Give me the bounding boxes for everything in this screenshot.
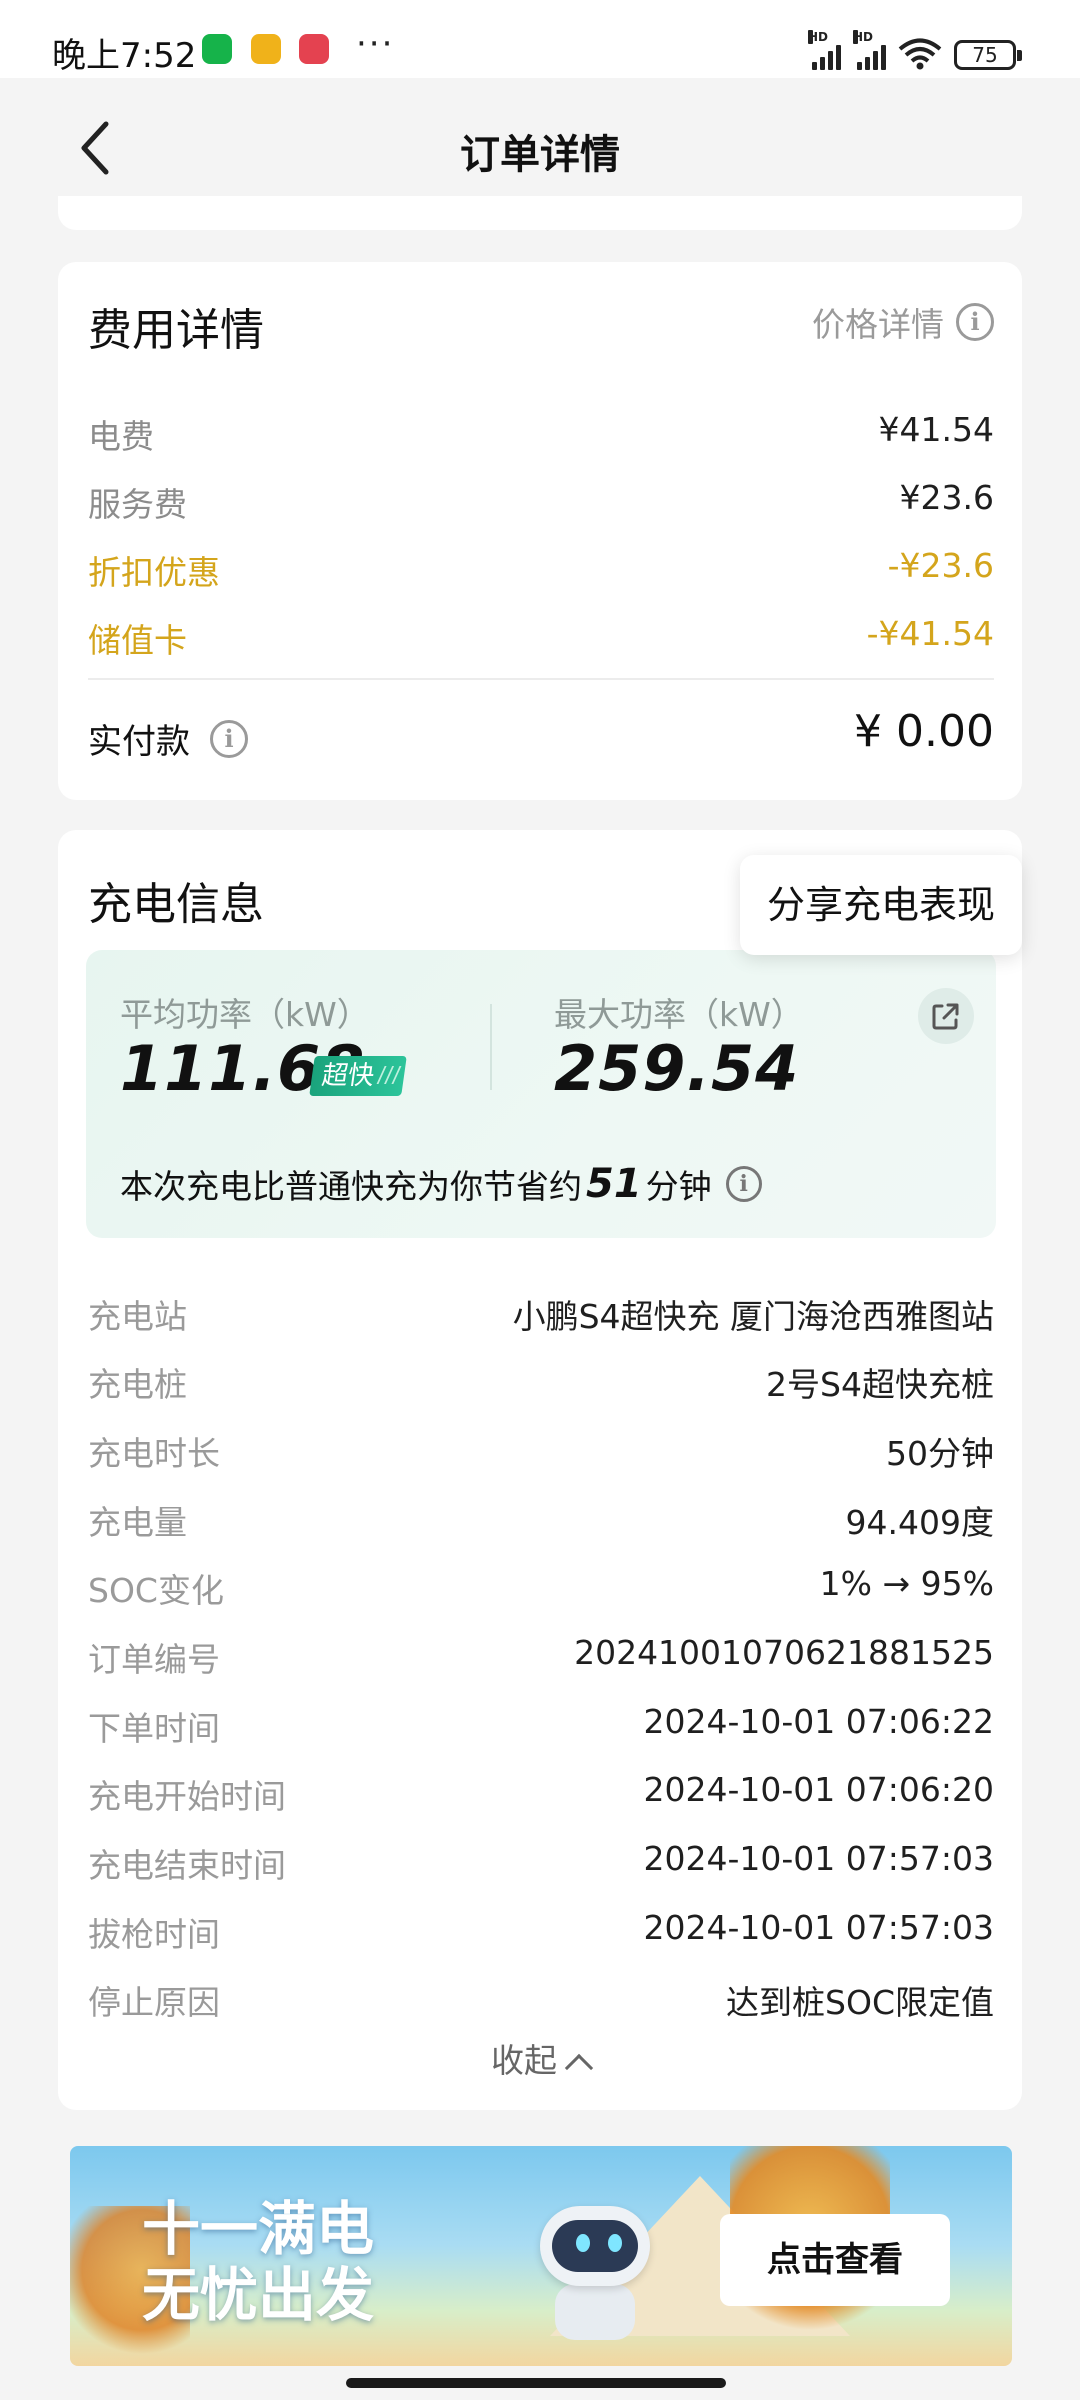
paid-amount: ¥ 0.00 xyxy=(854,706,994,757)
time-saving-note: 本次充电比普通快充为你节省约 51 分钟 i xyxy=(120,1160,762,1208)
more-notifications-icon: ··· xyxy=(356,24,395,64)
fee-label: 折扣优惠 xyxy=(88,553,220,592)
info-label: 下单时间 xyxy=(88,1709,220,1748)
info-label: 订单编号 xyxy=(88,1640,220,1679)
info-value: 1% → 95% xyxy=(819,1564,994,1603)
fee-label: 储值卡 xyxy=(88,621,187,660)
info-row-start-time: 充电开始时间 2024-10-01 07:06:20 xyxy=(88,1770,994,1818)
status-time: 晚上7:52 xyxy=(52,36,197,76)
info-value: 2024-10-01 07:06:22 xyxy=(643,1702,994,1741)
signal-icon: HD xyxy=(808,30,841,70)
battery-icon: 75 xyxy=(954,40,1022,70)
paid-label-group: 实付款 i xyxy=(88,714,248,763)
collapse-button[interactable]: 收起 xyxy=(58,2034,1022,2083)
info-row-stop-reason: 停止原因 达到桩SOC限定值 xyxy=(88,1976,994,2024)
info-row-soc: SOC变化 1% → 95% xyxy=(88,1564,994,1612)
info-icon[interactable]: i xyxy=(725,1166,762,1202)
info-value: 94.409度 xyxy=(845,1503,994,1542)
status-bar: 晚上7:52 ··· HD HD 75 xyxy=(0,0,1080,78)
charging-info-title: 充电信息 xyxy=(88,879,264,930)
banner-line-2: 无忧出发 xyxy=(142,2261,375,2329)
info-value: 20241001070621881525 xyxy=(574,1633,994,1672)
info-row-energy: 充电量 94.409度 xyxy=(88,1496,994,1544)
page-title: 订单详情 xyxy=(460,132,620,178)
fee-value: -¥23.6 xyxy=(887,546,994,585)
info-value: 达到桩SOC限定值 xyxy=(726,1983,994,2022)
info-icon: i xyxy=(956,303,994,341)
info-label: 充电桩 xyxy=(88,1365,187,1404)
info-label: SOC变化 xyxy=(88,1571,224,1610)
signal-icon: HD xyxy=(853,30,886,70)
info-label: 停止原因 xyxy=(88,1983,220,2022)
chevron-up-icon xyxy=(564,2053,594,2083)
fee-label: 服务费 xyxy=(88,485,187,524)
wifi-icon xyxy=(898,38,942,70)
info-row-pile: 充电桩 2号S4超快充桩 xyxy=(88,1358,994,1406)
info-value: 2024-10-01 07:57:03 xyxy=(643,1908,994,1947)
home-indicator[interactable] xyxy=(346,2378,726,2388)
fee-row-service: 服务费 ¥23.6 xyxy=(88,478,994,526)
status-indicators: HD HD 75 xyxy=(808,30,1022,70)
avg-power-label: 平均功率（kW） xyxy=(120,995,370,1034)
fee-row-stored-value-card: 储值卡 -¥41.54 xyxy=(88,614,994,662)
banner-view-button[interactable]: 点击查看 xyxy=(720,2214,950,2306)
info-row-duration: 充电时长 50分钟 xyxy=(88,1427,994,1475)
shopping-notification-icon xyxy=(299,34,329,64)
saving-prefix: 本次充电比普通快充为你节省约 xyxy=(120,1167,582,1206)
max-power-value: 259.54 xyxy=(554,1032,800,1105)
info-label: 充电结束时间 xyxy=(88,1846,286,1885)
fee-value: ¥41.54 xyxy=(878,410,994,449)
ultra-fast-badge: 超快 xyxy=(309,1056,407,1096)
banner-line-1: 十一满电 xyxy=(142,2195,375,2263)
info-icon[interactable]: i xyxy=(210,719,248,758)
share-performance-tooltip[interactable]: 分享充电表现 xyxy=(740,855,1022,955)
info-label: 充电站 xyxy=(88,1297,187,1336)
info-row-end-time: 充电结束时间 2024-10-01 07:57:03 xyxy=(88,1839,994,1887)
max-power-label: 最大功率（kW） xyxy=(554,995,804,1034)
robot-mascot-illustration xyxy=(520,2206,670,2340)
fee-divider xyxy=(88,678,994,680)
info-row-order-time: 下单时间 2024-10-01 07:06:22 xyxy=(88,1702,994,1750)
fee-value: ¥23.6 xyxy=(899,478,994,517)
banner-headline: 十一满电 无忧出发 xyxy=(142,2196,374,2328)
info-row-station: 充电站 小鹏S4超快充 厦门海沧西雅图站 xyxy=(88,1290,994,1338)
fee-value: -¥41.54 xyxy=(866,614,994,653)
app-notification-icon xyxy=(251,34,281,64)
saving-minutes: 51 xyxy=(586,1161,642,1207)
info-row-order-number: 订单编号 20241001070621881525 xyxy=(88,1633,994,1681)
fee-details-card: 费用详情 价格详情 i 电费 ¥41.54 服务费 ¥23.6 折扣优惠 -¥2… xyxy=(58,262,1022,800)
fee-row-discount: 折扣优惠 -¥23.6 xyxy=(88,546,994,594)
saving-suffix: 分钟 xyxy=(645,1167,712,1206)
collapse-label: 收起 xyxy=(491,2041,557,2080)
paid-label: 实付款 xyxy=(88,722,190,762)
info-value: 50分钟 xyxy=(886,1434,994,1473)
info-label: 充电量 xyxy=(88,1503,187,1542)
power-panel: 平均功率（kW） 111.68 超快 最大功率（kW） 259.54 本次充电比… xyxy=(86,950,996,1238)
wechat-notification-icon xyxy=(202,34,232,64)
power-divider xyxy=(490,1004,492,1090)
info-value: 2号S4超快充桩 xyxy=(766,1365,994,1404)
price-detail-label: 价格详情 xyxy=(812,305,944,344)
info-label: 拔枪时间 xyxy=(88,1915,220,1954)
share-icon[interactable] xyxy=(918,988,974,1044)
info-label: 充电时长 xyxy=(88,1434,220,1473)
fee-label: 电费 xyxy=(88,417,154,456)
info-label: 充电开始时间 xyxy=(88,1777,286,1816)
info-value: 2024-10-01 07:57:03 xyxy=(643,1839,994,1878)
fee-row-electricity: 电费 ¥41.54 xyxy=(88,410,994,458)
info-value: 2024-10-01 07:06:20 xyxy=(643,1770,994,1809)
promo-banner[interactable]: 十一满电 无忧出发 点击查看 xyxy=(70,2146,1012,2366)
charging-info-card: 充电信息 平均功率（kW） 111.68 超快 最大功率（kW） 259.54 … xyxy=(58,830,1022,2110)
fee-details-title: 费用详情 xyxy=(88,305,264,356)
info-value: 小鹏S4超快充 厦门海沧西雅图站 xyxy=(512,1297,994,1336)
info-row-unplug-time: 拔枪时间 2024-10-01 07:57:03 xyxy=(88,1908,994,1956)
price-detail-link[interactable]: 价格详情 i xyxy=(812,298,994,346)
previous-card-bottom xyxy=(58,196,1022,230)
